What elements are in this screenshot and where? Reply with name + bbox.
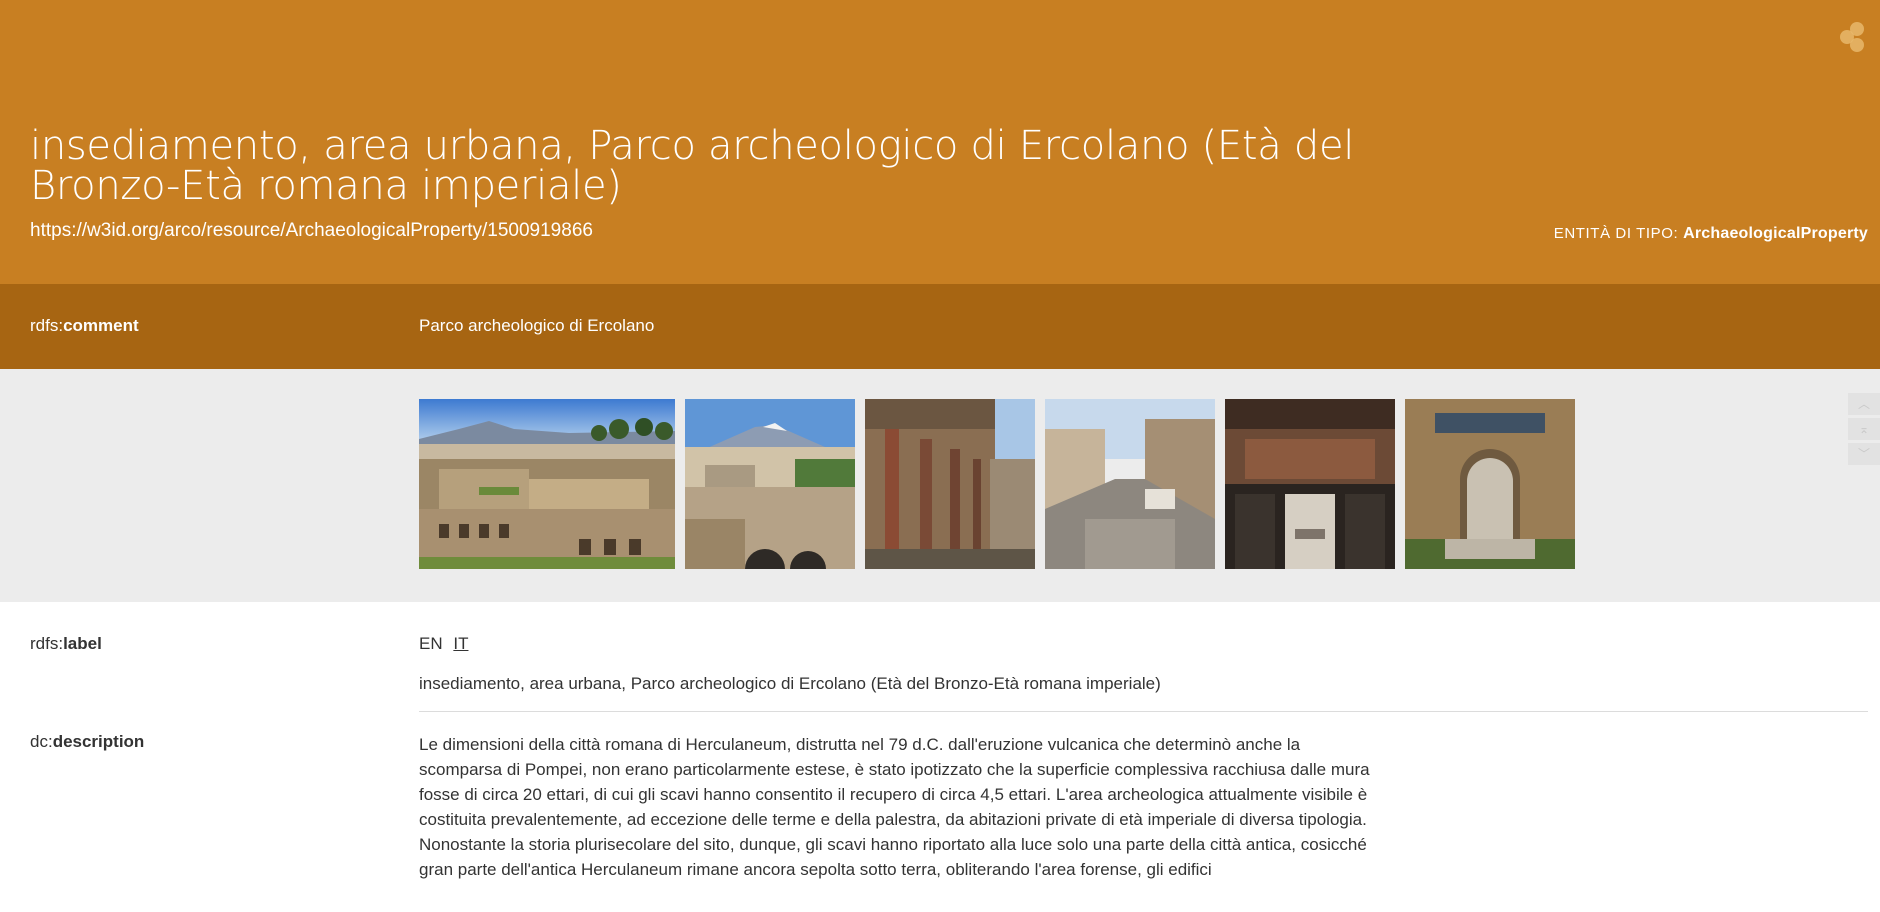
label-property[interactable]: rdfs:label xyxy=(30,634,102,654)
gallery-image[interactable] xyxy=(685,399,855,569)
chevron-up-icon[interactable]: ︿ xyxy=(1848,393,1880,415)
comment-value: Parco archeologico di Ercolano xyxy=(419,316,655,335)
label-property-name: label xyxy=(63,634,102,653)
lang-en[interactable]: EN xyxy=(419,634,443,653)
scroll-controls: ︿ ⌅ ﹀ xyxy=(1848,393,1880,468)
label-row: rdfs:label EN IT insediamento, area urba… xyxy=(0,602,1880,712)
gallery-image[interactable] xyxy=(1225,399,1395,569)
description-prefix: dc: xyxy=(30,732,53,751)
comment-property[interactable]: rdfs:comment xyxy=(30,316,139,336)
gallery-image[interactable] xyxy=(1045,399,1215,569)
gallery-image[interactable] xyxy=(865,399,1035,569)
description-value: Le dimensioni della città romana di Herc… xyxy=(419,735,1370,879)
gallery-image[interactable] xyxy=(1405,399,1575,569)
description-row: dc:description Le dimensioni della città… xyxy=(0,712,1880,912)
comment-prefix: rdfs: xyxy=(30,316,64,335)
label-value: insediamento, area urbana, Parco archeol… xyxy=(419,674,1161,693)
entity-type-prefix: ENTITÀ DI TIPO: xyxy=(1553,225,1679,242)
resource-uri: https://w3id.org/arco/resource/Archaeolo… xyxy=(30,220,593,241)
language-switcher: EN IT xyxy=(419,634,474,654)
label-prefix: rdfs: xyxy=(30,634,64,653)
chevron-down-icon[interactable]: ﹀ xyxy=(1848,443,1880,465)
scroll-top-icon[interactable]: ⌅ xyxy=(1848,418,1880,440)
entity-type-link[interactable]: ArchaeologicalProperty xyxy=(1683,225,1868,242)
description-property-name: description xyxy=(52,732,145,751)
image-gallery: ︿ ⌅ ﹀ xyxy=(0,369,1880,602)
page-header: insediamento, area urbana, Parco archeol… xyxy=(0,0,1880,284)
lang-it[interactable]: IT xyxy=(453,634,468,653)
page-title: insediamento, area urbana, Parco archeol… xyxy=(30,123,1355,209)
entity-type: ENTITÀ DI TIPO: ArchaeologicalProperty xyxy=(1554,225,1868,243)
description-property[interactable]: dc:description xyxy=(30,732,144,752)
dots-logo-icon[interactable] xyxy=(1840,22,1868,58)
comment-property-name: comment xyxy=(63,316,139,335)
gallery-image[interactable] xyxy=(419,399,675,569)
comment-row: rdfs:comment Parco archeologico di Ercol… xyxy=(0,284,1880,369)
